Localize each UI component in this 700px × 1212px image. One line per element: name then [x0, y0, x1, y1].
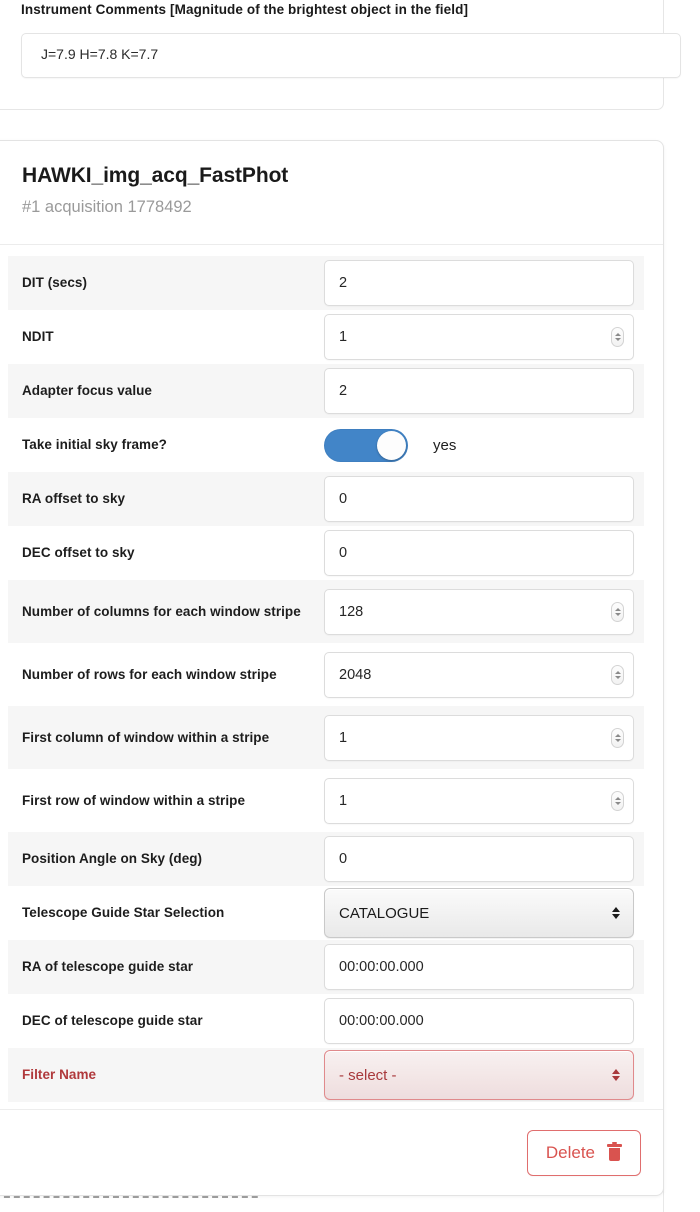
- template-card-header: HAWKI_img_acq_FastPhot #1 acquisition 17…: [0, 141, 663, 245]
- parameter-row: RA of telescope guide star 00:00:00.000: [8, 940, 644, 994]
- instrument-comments-value: J=7.9 H=7.8 K=7.7: [41, 46, 158, 62]
- select-arrows-icon: [612, 1069, 620, 1081]
- screen: Instrument Comments [Magnitude of the br…: [0, 0, 700, 1212]
- parameter-input-value: 2: [339, 383, 347, 399]
- next-template-placeholder: [0, 1196, 258, 1212]
- parameter-label: Number of columns for each window stripe: [8, 598, 324, 626]
- parameter-control: - select -: [324, 1050, 644, 1100]
- delete-button-label: Delete: [546, 1143, 595, 1163]
- parameter-control: 1: [324, 778, 644, 824]
- parameter-row: DIT (secs) 2: [8, 256, 644, 310]
- parameter-row: Position Angle on Sky (deg) 0: [8, 832, 644, 886]
- template-card: HAWKI_img_acq_FastPhot #1 acquisition 17…: [0, 140, 664, 1196]
- parameter-input[interactable]: 0: [324, 476, 634, 522]
- parameter-row: First column of window within a stripe 1: [8, 706, 644, 769]
- right-panel-edge: [663, 806, 700, 1212]
- parameter-input-value: 1: [339, 793, 347, 809]
- template-subtitle: #1 acquisition 1778492: [22, 198, 192, 217]
- parameter-row: Telescope Guide Star Selection CATALOGUE: [8, 886, 644, 940]
- parameter-input-value: 2: [339, 275, 347, 291]
- parameter-label: Adapter focus value: [8, 377, 324, 405]
- parameter-control: 0: [324, 836, 644, 882]
- parameter-input[interactable]: 00:00:00.000: [324, 944, 634, 990]
- parameter-control: 00:00:00.000: [324, 998, 644, 1044]
- delete-button[interactable]: Delete: [527, 1130, 641, 1176]
- parameter-label: DEC of telescope guide star: [8, 1007, 324, 1035]
- parameter-row: DEC offset to sky 0: [8, 526, 644, 580]
- parameter-input[interactable]: 0: [324, 836, 634, 882]
- parameter-input-value: 0: [339, 491, 347, 507]
- number-stepper-icon[interactable]: [611, 728, 624, 748]
- parameter-input-value: 128: [339, 604, 363, 620]
- parameter-label: DEC offset to sky: [8, 539, 324, 567]
- parameter-row: Take initial sky frame? yes: [8, 418, 644, 472]
- parameter-input-value: 0: [339, 851, 347, 867]
- parameter-input[interactable]: 0: [324, 530, 634, 576]
- parameter-row: Number of columns for each window stripe…: [8, 580, 644, 643]
- number-stepper-icon[interactable]: [611, 791, 624, 811]
- parameter-select-value: CATALOGUE: [339, 905, 429, 922]
- parameter-input[interactable]: 1: [324, 715, 634, 761]
- parameter-input-value: 0: [339, 545, 347, 561]
- parameter-control: 0: [324, 530, 644, 576]
- parameter-label: RA offset to sky: [8, 485, 324, 513]
- toggle-value-label: yes: [433, 437, 456, 454]
- parameter-input-value: 1: [339, 329, 347, 345]
- parameter-row: Adapter focus value 2: [8, 364, 644, 418]
- parameter-input-value: 00:00:00.000: [339, 959, 424, 975]
- parameter-control: 2: [324, 368, 644, 414]
- parameter-select-value: - select -: [339, 1067, 397, 1084]
- parameter-input[interactable]: 00:00:00.000: [324, 998, 634, 1044]
- parameter-control: CATALOGUE: [324, 888, 644, 938]
- parameter-label: NDIT: [8, 323, 324, 351]
- parameter-input[interactable]: 2048: [324, 652, 634, 698]
- parameter-label: Position Angle on Sky (deg): [8, 845, 324, 873]
- parameter-control: yes: [324, 429, 644, 462]
- parameter-label: RA of telescope guide star: [8, 953, 324, 981]
- parameter-control: 2048: [324, 652, 644, 698]
- parameter-input[interactable]: 2: [324, 368, 634, 414]
- parameter-label: First row of window within a stripe: [8, 787, 324, 815]
- toggle-wrapper: yes: [324, 429, 456, 462]
- parameter-label: Telescope Guide Star Selection: [8, 899, 324, 927]
- toggle-switch[interactable]: [324, 429, 408, 462]
- parameter-row: RA offset to sky 0: [8, 472, 644, 526]
- parameter-input[interactable]: 1: [324, 314, 634, 360]
- parameter-form: DIT (secs) 2 NDIT 1 Adapter focus value 2 Take…: [0, 245, 663, 1102]
- parameter-input[interactable]: 1: [324, 778, 634, 824]
- select-arrows-icon: [612, 907, 620, 919]
- parameter-control: 1: [324, 314, 644, 360]
- parameter-input-value: 00:00:00.000: [339, 1013, 424, 1029]
- number-stepper-icon[interactable]: [611, 602, 624, 622]
- parameter-input-value: 1: [339, 730, 347, 746]
- parameter-label: First column of window within a stripe: [8, 724, 324, 752]
- parameter-row: NDIT 1: [8, 310, 644, 364]
- parameter-label: Filter Name: [8, 1061, 324, 1089]
- instrument-comments-label: Instrument Comments [Magnitude of the br…: [21, 2, 468, 17]
- parameter-input[interactable]: 128: [324, 589, 634, 635]
- parameter-select[interactable]: CATALOGUE: [324, 888, 634, 938]
- parameter-row: First row of window within a stripe 1: [8, 769, 644, 832]
- parameter-control: 2: [324, 260, 644, 306]
- parameter-label: Number of rows for each window stripe: [8, 661, 324, 689]
- parameter-row: Number of rows for each window stripe 204…: [8, 643, 644, 706]
- parameter-input-value: 2048: [339, 667, 371, 683]
- parameter-control: 1: [324, 715, 644, 761]
- instrument-comments-field[interactable]: J=7.9 H=7.8 K=7.7: [21, 33, 681, 78]
- parameter-label: DIT (secs): [8, 269, 324, 297]
- toggle-knob: [377, 431, 406, 460]
- template-title: HAWKI_img_acq_FastPhot: [22, 164, 288, 188]
- parameter-control: 0: [324, 476, 644, 522]
- parameter-label: Take initial sky frame?: [8, 431, 324, 459]
- parameter-input[interactable]: 2: [324, 260, 634, 306]
- trash-icon: [607, 1144, 622, 1161]
- parameter-select[interactable]: - select -: [324, 1050, 634, 1100]
- number-stepper-icon[interactable]: [611, 327, 624, 347]
- number-stepper-icon[interactable]: [611, 665, 624, 685]
- parameter-control: 128: [324, 589, 644, 635]
- parameter-row: DEC of telescope guide star 00:00:00.000: [8, 994, 644, 1048]
- parameter-row: Filter Name - select -: [8, 1048, 644, 1102]
- parameter-control: 00:00:00.000: [324, 944, 644, 990]
- template-card-footer: Delete: [0, 1109, 663, 1195]
